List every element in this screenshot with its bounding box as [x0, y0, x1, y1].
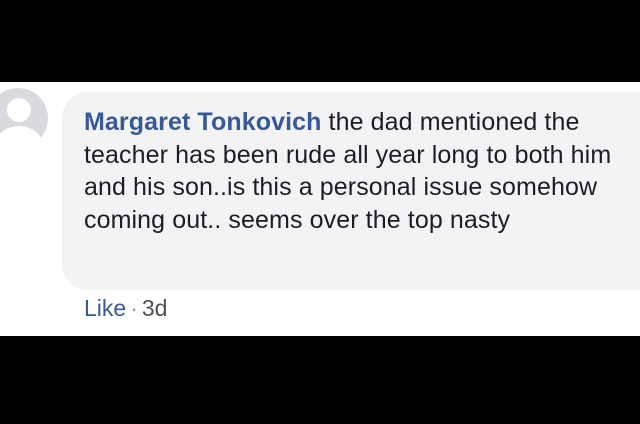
comment-body: Margaret Tonkovich the dad mentioned the…: [84, 106, 630, 236]
avatar-body-icon: [0, 126, 43, 148]
like-button[interactable]: Like: [84, 295, 126, 321]
comment-actions: Like · 3d: [84, 295, 167, 322]
comment-author-link[interactable]: Margaret Tonkovich: [84, 108, 322, 136]
action-separator: ·: [130, 295, 138, 321]
comment-bubble: Margaret Tonkovich the dad mentioned the…: [62, 92, 640, 290]
screenshot-frame: Margaret Tonkovich the dad mentioned the…: [0, 0, 640, 424]
comment-card: Margaret Tonkovich the dad mentioned the…: [0, 82, 640, 336]
avatar-head-icon: [7, 98, 31, 122]
avatar[interactable]: [0, 88, 48, 148]
comment-timestamp[interactable]: 3d: [142, 295, 168, 321]
